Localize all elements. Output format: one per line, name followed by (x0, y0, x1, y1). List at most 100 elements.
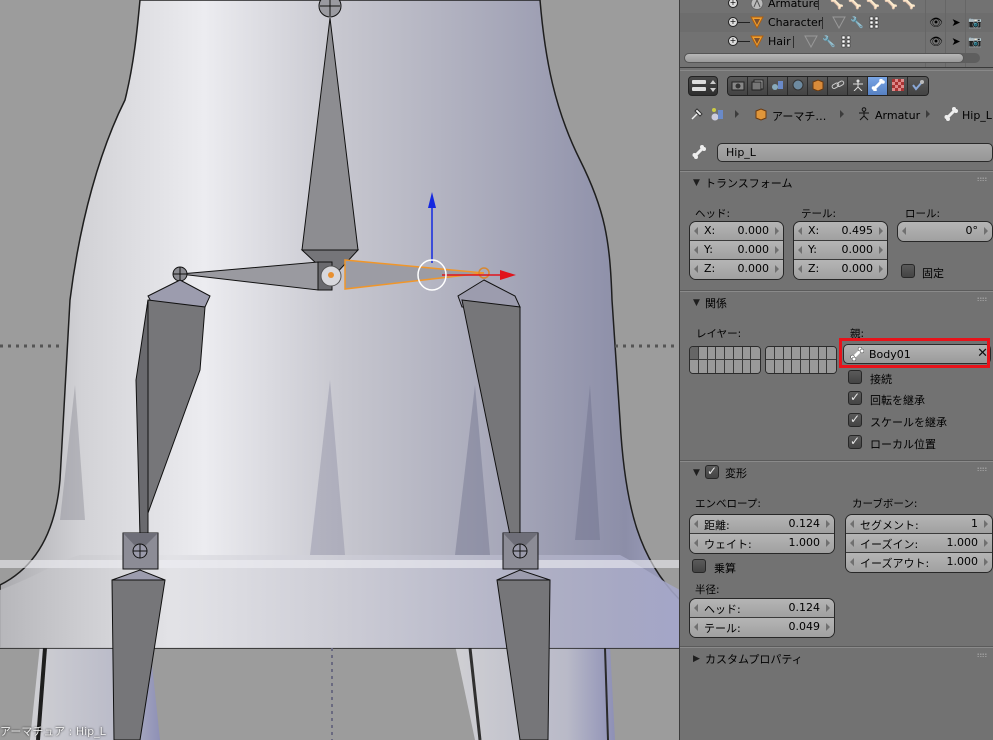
tail-x-field[interactable]: X: 0.495 (794, 222, 887, 241)
tab-world[interactable] (788, 77, 808, 95)
outliner[interactable]: + Armature 🦴 🦴 🦴 🦴 🦴 + Character 🔧 👁 ➤ 📷… (680, 0, 993, 68)
panel-drag-grip-icon[interactable] (977, 467, 987, 471)
tab-render-layers[interactable] (748, 77, 768, 95)
tail-vector-field: X: 0.495 Y: 0.000 Z: 0.000 (793, 221, 888, 280)
selectability-cursor-icon[interactable]: ➤ (948, 34, 964, 49)
deform-enable-checkbox[interactable] (705, 464, 719, 479)
panel-header-custom-properties[interactable]: ▶ カスタムプロパティ (680, 646, 993, 668)
outliner-item-name[interactable]: Character (768, 16, 822, 29)
render-camera-icon[interactable]: 📷 (967, 34, 983, 49)
clear-x-icon[interactable]: ✕ (977, 346, 988, 361)
panel-drag-grip-icon[interactable] (977, 177, 987, 181)
modifier-wrench-icon[interactable]: 🔧 (822, 35, 836, 48)
bone-icon[interactable]: 🦴 (902, 0, 916, 10)
radius-head-field[interactable]: ヘッド: 0.124 (690, 599, 834, 618)
render-layers-icon (751, 79, 765, 94)
visibility-eye-icon[interactable]: 👁 (928, 15, 944, 30)
radius-fields: ヘッド: 0.124 テール: 0.049 (689, 598, 835, 638)
armature-data-icon (851, 79, 865, 94)
radius-tail-field[interactable]: テール: 0.049 (690, 618, 834, 637)
tab-object[interactable] (808, 77, 828, 95)
inherit-scale-checkbox[interactable] (848, 412, 862, 427)
lock-checkbox[interactable] (901, 264, 915, 278)
outliner-item-name[interactable]: Hair (768, 35, 791, 48)
3d-viewport[interactable]: アーマチュア : Hip_L (0, 0, 679, 740)
outliner-row-hair[interactable]: + Hair 🔧 👁 ➤ 📷 (680, 32, 993, 51)
ease-in-field[interactable]: イーズイン: 1.000 (846, 534, 992, 553)
tab-scene[interactable] (768, 77, 788, 95)
viewport-status-text: アーマチュア : Hip_L (0, 725, 106, 738)
outliner-row-character[interactable]: + Character 🔧 👁 ➤ 📷 (680, 13, 993, 32)
bone-icon[interactable]: 🦴 (884, 0, 898, 10)
mesh-data-icon[interactable] (804, 35, 818, 49)
mesh-data-icon[interactable] (832, 16, 846, 30)
connected-label: 接続 (870, 373, 892, 386)
expand-icon[interactable]: + (728, 17, 738, 27)
render-camera-icon[interactable]: 📷 (967, 15, 983, 30)
head-y-field[interactable]: Y: 0.000 (690, 241, 783, 260)
outliner-row-armature[interactable]: + Armature 🦴 🦴 🦴 🦴 🦴 (680, 0, 993, 13)
ease-out-field[interactable]: イーズアウト: 1.000 (846, 553, 992, 572)
scene-context-icon (710, 107, 726, 121)
panel-drag-grip-icon[interactable] (977, 653, 987, 657)
texture-checker-icon (891, 78, 904, 94)
bone-layers-grid-1[interactable] (689, 346, 761, 374)
parent-bone-field[interactable]: Body01 ✕ (843, 344, 991, 364)
breadcrumb-armature-data[interactable]: Armatur (857, 107, 920, 124)
bone-layers-grid-2[interactable] (765, 346, 837, 374)
breadcrumb-object[interactable]: アーマチ… (754, 107, 826, 124)
curved-bones-fields: セグメント: 1 イーズイン: 1.000 イーズアウト: 1.000 (845, 514, 993, 573)
vertex-groups-icon[interactable] (868, 16, 882, 29)
outliner-scrollbar[interactable] (684, 53, 964, 63)
outliner-item-name[interactable]: Armature (768, 0, 820, 10)
tail-z-field[interactable]: Z: 0.000 (794, 260, 887, 279)
head-label: ヘッド: (695, 208, 731, 220)
panel-header-deform[interactable]: ▼ 変形 (680, 460, 993, 482)
tab-data[interactable] (848, 77, 868, 95)
right-editors: + Armature 🦴 🦴 🦴 🦴 🦴 + Character 🔧 👁 ➤ 📷… (679, 0, 993, 740)
vertex-groups-icon[interactable] (840, 35, 854, 48)
tab-constraints[interactable] (828, 77, 848, 95)
head-z-field[interactable]: Z: 0.000 (690, 260, 783, 279)
head-x-field[interactable]: X: 0.000 (690, 222, 783, 241)
envelope-distance-field[interactable]: 距離: 0.124 (690, 515, 834, 534)
panel-drag-grip-icon[interactable] (977, 297, 987, 301)
editor-type-button[interactable] (688, 76, 718, 96)
bone-icon (871, 78, 885, 94)
breadcrumb-separator (926, 110, 930, 118)
object-cube-icon (754, 107, 768, 124)
tab-texture[interactable] (888, 77, 908, 95)
tab-bone-constraint[interactable] (908, 77, 928, 95)
bone-name-input[interactable]: Hip_L (717, 143, 993, 162)
breadcrumb-bone[interactable]: Hip_L (944, 107, 992, 124)
panel-header-transform[interactable]: ▼ トランスフォーム (680, 170, 993, 192)
local-location-checkbox[interactable] (848, 434, 862, 449)
connected-checkbox[interactable] (848, 370, 862, 384)
selectability-cursor-icon[interactable]: ➤ (948, 15, 964, 30)
panel-header-relations[interactable]: ▼ 関係 (680, 290, 993, 312)
tab-bone[interactable] (868, 77, 888, 95)
tab-render[interactable] (728, 77, 748, 95)
expand-icon[interactable]: + (728, 36, 738, 46)
multiply-checkbox[interactable] (692, 559, 706, 573)
parent-label: 親: (850, 328, 865, 340)
bone-icon[interactable]: 🦴 (848, 0, 862, 10)
visibility-eye-icon[interactable]: 👁 (928, 34, 944, 49)
expand-icon[interactable]: + (728, 0, 738, 8)
mesh-object-icon (750, 35, 764, 49)
roll-field[interactable]: 0° (898, 222, 992, 241)
pin-icon[interactable] (690, 107, 704, 121)
envelope-weight-field[interactable]: ウェイト: 1.000 (690, 534, 834, 553)
tail-y-field[interactable]: Y: 0.000 (794, 241, 887, 260)
inherit-rotation-checkbox[interactable] (848, 390, 862, 405)
inherit-scale-label: スケールを継承 (870, 416, 947, 429)
envelope-fields: 距離: 0.124 ウェイト: 1.000 (689, 514, 835, 554)
modifier-wrench-icon[interactable]: 🔧 (850, 16, 864, 29)
bone-icon[interactable]: 🦴 (866, 0, 880, 10)
segments-field[interactable]: セグメント: 1 (846, 515, 992, 534)
viewport-scene[interactable] (0, 0, 679, 740)
radius-label: 半径: (695, 584, 720, 596)
bone-icon[interactable]: 🦴 (830, 0, 844, 10)
collapse-triangle-icon: ▼ (693, 298, 700, 308)
mesh-object-icon (750, 16, 764, 30)
